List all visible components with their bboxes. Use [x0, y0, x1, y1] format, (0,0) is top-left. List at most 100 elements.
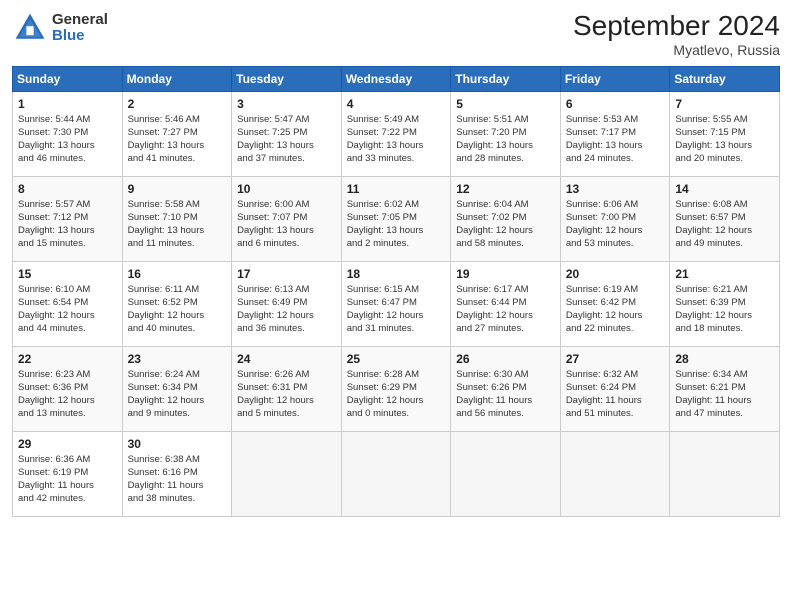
day-info: Sunrise: 6:28 AM Sunset: 6:29 PM Dayligh…	[347, 369, 446, 420]
day-number: 9	[128, 181, 227, 197]
day-number: 17	[237, 266, 336, 282]
weekday-header: Monday	[122, 67, 232, 92]
weekday-header: Saturday	[670, 67, 780, 92]
day-info: Sunrise: 5:51 AM Sunset: 7:20 PM Dayligh…	[456, 114, 555, 165]
day-info: Sunrise: 6:23 AM Sunset: 6:36 PM Dayligh…	[18, 369, 117, 420]
month-title: September 2024	[573, 10, 780, 42]
day-number: 19	[456, 266, 555, 282]
calendar-day-cell: 23 Sunrise: 6:24 AM Sunset: 6:34 PM Dayli…	[122, 347, 232, 432]
day-number: 13	[566, 181, 665, 197]
weekday-header: Sunday	[13, 67, 123, 92]
day-number: 27	[566, 351, 665, 367]
calendar-day-cell: 12 Sunrise: 6:04 AM Sunset: 7:02 PM Dayli…	[451, 177, 561, 262]
day-info: Sunrise: 5:53 AM Sunset: 7:17 PM Dayligh…	[566, 114, 665, 165]
calendar-day-cell: 21Sunrise: 6:21 AM Sunset: 6:39 PM Dayli…	[670, 262, 780, 347]
day-number: 29	[18, 436, 117, 452]
calendar-day-cell: 22 Sunrise: 6:23 AM Sunset: 6:36 PM Dayli…	[13, 347, 123, 432]
weekday-header: Friday	[560, 67, 670, 92]
day-number: 18	[347, 266, 446, 282]
day-number: 11	[347, 181, 446, 197]
empty-cell	[560, 432, 670, 517]
calendar-day-cell: 14 Sunrise: 6:08 AM Sunset: 6:57 PM Dayli…	[670, 177, 780, 262]
day-number: 26	[456, 351, 555, 367]
empty-cell	[670, 432, 780, 517]
day-info: Sunrise: 6:30 AM Sunset: 6:26 PM Dayligh…	[456, 369, 555, 420]
day-number: 25	[347, 351, 446, 367]
day-number: 6	[566, 96, 665, 112]
calendar-week-row: 29Sunrise: 6:36 AM Sunset: 6:19 PM Dayli…	[13, 432, 780, 517]
day-info: Sunrise: 6:32 AM Sunset: 6:24 PM Dayligh…	[566, 369, 665, 420]
day-info: Sunrise: 6:04 AM Sunset: 7:02 PM Dayligh…	[456, 199, 555, 250]
page-header: General Blue September 2024 Myatlevo, Ru…	[12, 10, 780, 58]
day-number: 3	[237, 96, 336, 112]
logo-general: General	[52, 12, 108, 29]
calendar-week-row: 22 Sunrise: 6:23 AM Sunset: 6:36 PM Dayli…	[13, 347, 780, 432]
day-info: Sunrise: 6:34 AM Sunset: 6:21 PM Dayligh…	[675, 369, 774, 420]
day-number: 14	[675, 181, 774, 197]
calendar-day-cell: 25 Sunrise: 6:28 AM Sunset: 6:29 PM Dayli…	[341, 347, 451, 432]
empty-cell	[341, 432, 451, 517]
calendar-day-cell: 16 Sunrise: 6:11 AM Sunset: 6:52 PM Dayli…	[122, 262, 232, 347]
calendar-day-cell: 3Sunrise: 5:47 AM Sunset: 7:25 PM Daylig…	[232, 92, 342, 177]
logo-text: General Blue	[52, 12, 108, 45]
calendar-table: SundayMondayTuesdayWednesdayThursdayFrid…	[12, 66, 780, 517]
day-info: Sunrise: 6:26 AM Sunset: 6:31 PM Dayligh…	[237, 369, 336, 420]
weekday-header: Thursday	[451, 67, 561, 92]
location: Myatlevo, Russia	[573, 42, 780, 58]
day-info: Sunrise: 5:49 AM Sunset: 7:22 PM Dayligh…	[347, 114, 446, 165]
calendar-day-cell: 26 Sunrise: 6:30 AM Sunset: 6:26 PM Dayli…	[451, 347, 561, 432]
calendar-day-cell: 7 Sunrise: 5:55 AM Sunset: 7:15 PM Daylig…	[670, 92, 780, 177]
calendar-day-cell: 28 Sunrise: 6:34 AM Sunset: 6:21 PM Dayli…	[670, 347, 780, 432]
empty-cell	[232, 432, 342, 517]
calendar-day-cell: 29Sunrise: 6:36 AM Sunset: 6:19 PM Dayli…	[13, 432, 123, 517]
calendar-day-cell: 2 Sunrise: 5:46 AM Sunset: 7:27 PM Daylig…	[122, 92, 232, 177]
weekday-header: Tuesday	[232, 67, 342, 92]
day-number: 8	[18, 181, 117, 197]
day-info: Sunrise: 5:55 AM Sunset: 7:15 PM Dayligh…	[675, 114, 774, 165]
day-info: Sunrise: 6:24 AM Sunset: 6:34 PM Dayligh…	[128, 369, 227, 420]
day-info: Sunrise: 5:46 AM Sunset: 7:27 PM Dayligh…	[128, 114, 227, 165]
calendar-day-cell: 6 Sunrise: 5:53 AM Sunset: 7:17 PM Daylig…	[560, 92, 670, 177]
day-number: 10	[237, 181, 336, 197]
day-info: Sunrise: 6:13 AM Sunset: 6:49 PM Dayligh…	[237, 284, 336, 335]
calendar-day-cell: 27 Sunrise: 6:32 AM Sunset: 6:24 PM Dayli…	[560, 347, 670, 432]
day-info: Sunrise: 6:17 AM Sunset: 6:44 PM Dayligh…	[456, 284, 555, 335]
calendar-week-row: 15Sunrise: 6:10 AM Sunset: 6:54 PM Dayli…	[13, 262, 780, 347]
day-number: 22	[18, 351, 117, 367]
day-number: 21	[675, 266, 774, 282]
calendar-day-cell: 15Sunrise: 6:10 AM Sunset: 6:54 PM Dayli…	[13, 262, 123, 347]
calendar-day-cell: 20Sunrise: 6:19 AM Sunset: 6:42 PM Dayli…	[560, 262, 670, 347]
day-number: 30	[128, 436, 227, 452]
calendar-day-cell: 19 Sunrise: 6:17 AM Sunset: 6:44 PM Dayli…	[451, 262, 561, 347]
calendar-day-cell: 5Sunrise: 5:51 AM Sunset: 7:20 PM Daylig…	[451, 92, 561, 177]
day-info: Sunrise: 6:11 AM Sunset: 6:52 PM Dayligh…	[128, 284, 227, 335]
calendar-day-cell: 30 Sunrise: 6:38 AM Sunset: 6:16 PM Dayli…	[122, 432, 232, 517]
day-info: Sunrise: 6:08 AM Sunset: 6:57 PM Dayligh…	[675, 199, 774, 250]
calendar-header-row: SundayMondayTuesdayWednesdayThursdayFrid…	[13, 67, 780, 92]
day-number: 12	[456, 181, 555, 197]
calendar-day-cell: 10 Sunrise: 6:00 AM Sunset: 7:07 PM Dayli…	[232, 177, 342, 262]
day-info: Sunrise: 6:15 AM Sunset: 6:47 PM Dayligh…	[347, 284, 446, 335]
day-number: 16	[128, 266, 227, 282]
calendar-day-cell: 13Sunrise: 6:06 AM Sunset: 7:00 PM Dayli…	[560, 177, 670, 262]
day-info: Sunrise: 5:58 AM Sunset: 7:10 PM Dayligh…	[128, 199, 227, 250]
logo-icon	[12, 10, 48, 46]
day-number: 7	[675, 96, 774, 112]
title-block: September 2024 Myatlevo, Russia	[573, 10, 780, 58]
calendar-day-cell: 4Sunrise: 5:49 AM Sunset: 7:22 PM Daylig…	[341, 92, 451, 177]
day-number: 15	[18, 266, 117, 282]
day-info: Sunrise: 6:02 AM Sunset: 7:05 PM Dayligh…	[347, 199, 446, 250]
calendar-day-cell: 8Sunrise: 5:57 AM Sunset: 7:12 PM Daylig…	[13, 177, 123, 262]
day-info: Sunrise: 5:44 AM Sunset: 7:30 PM Dayligh…	[18, 114, 117, 165]
calendar-day-cell: 18 Sunrise: 6:15 AM Sunset: 6:47 PM Dayli…	[341, 262, 451, 347]
day-info: Sunrise: 6:19 AM Sunset: 6:42 PM Dayligh…	[566, 284, 665, 335]
day-number: 28	[675, 351, 774, 367]
calendar-day-cell: 17 Sunrise: 6:13 AM Sunset: 6:49 PM Dayli…	[232, 262, 342, 347]
calendar-day-cell: 11 Sunrise: 6:02 AM Sunset: 7:05 PM Dayli…	[341, 177, 451, 262]
day-number: 23	[128, 351, 227, 367]
day-info: Sunrise: 6:00 AM Sunset: 7:07 PM Dayligh…	[237, 199, 336, 250]
calendar-week-row: 8Sunrise: 5:57 AM Sunset: 7:12 PM Daylig…	[13, 177, 780, 262]
day-number: 2	[128, 96, 227, 112]
day-info: Sunrise: 6:38 AM Sunset: 6:16 PM Dayligh…	[128, 454, 227, 505]
calendar-day-cell: 24Sunrise: 6:26 AM Sunset: 6:31 PM Dayli…	[232, 347, 342, 432]
